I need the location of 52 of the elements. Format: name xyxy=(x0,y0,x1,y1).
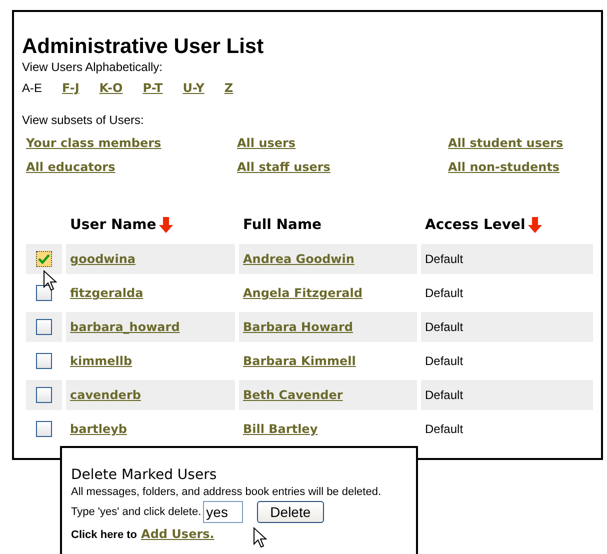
confirm-field[interactable]: yes xyxy=(203,501,244,523)
access-level-text: Default xyxy=(425,422,464,436)
section-label: View Users Alphabetically: xyxy=(22,60,164,75)
user-name-link[interactable]: barbara_howard xyxy=(70,320,180,334)
subset-link[interactable]: All staff users xyxy=(237,160,330,174)
access-level-text: Default xyxy=(425,286,464,300)
user-name-link[interactable]: cavenderb xyxy=(70,388,141,402)
letter-range-link[interactable]: F-J xyxy=(62,81,80,95)
delete-button[interactable]: Delete xyxy=(257,501,324,523)
section-label: View subsets of Users: xyxy=(22,113,145,128)
letter-range-link[interactable]: K-O xyxy=(99,81,123,95)
checkbox[interactable] xyxy=(36,319,52,335)
access-level-text: Default xyxy=(425,320,464,334)
letter-range-link[interactable]: P-T xyxy=(142,81,163,95)
cursor-icon xyxy=(43,270,57,292)
full-name-link[interactable]: Barbara Howard xyxy=(243,320,354,334)
access-level-text: Default xyxy=(425,354,464,368)
user-name-link[interactable]: fitzgeralda xyxy=(70,286,144,300)
sort-arrow-icon[interactable] xyxy=(527,216,544,234)
sort-arrow-icon[interactable] xyxy=(158,216,174,234)
column-header[interactable]: Access Level xyxy=(425,217,526,233)
warning-text: All messages, folders, and address book entries will be deleted. xyxy=(71,486,382,498)
checkbox[interactable] xyxy=(36,387,52,403)
user-name-link[interactable]: bartleyb xyxy=(70,422,128,436)
checkbox[interactable] xyxy=(36,353,52,369)
add-users-link[interactable]: Add Users. xyxy=(141,527,214,541)
full-name-link[interactable]: Andrea Goodwin xyxy=(243,252,354,266)
page-title: Administrative User List xyxy=(22,34,265,60)
column-header[interactable]: Full Name xyxy=(243,217,322,233)
full-name-link[interactable]: Beth Cavender xyxy=(243,388,343,402)
full-name-link[interactable]: Angela Fitzgerald xyxy=(243,286,362,300)
prompt-text: Type 'yes' and click delete. xyxy=(71,506,202,518)
panel-title: Delete Marked Users xyxy=(71,466,218,484)
checkbox[interactable] xyxy=(36,421,52,437)
subset-link[interactable]: Your class members xyxy=(26,136,162,150)
letter-range-link[interactable]: U-Y xyxy=(182,81,204,95)
checkbox[interactable] xyxy=(36,251,52,267)
cursor-icon xyxy=(253,527,267,549)
column-header[interactable]: User Name xyxy=(70,217,156,233)
subset-link[interactable]: All non-students xyxy=(448,160,560,174)
user-name-link[interactable]: kimmellb xyxy=(70,354,132,368)
full-name-link[interactable]: Bill Bartley xyxy=(243,422,318,436)
footer-text: Click here to xyxy=(71,529,138,541)
letter-range-label: A-E xyxy=(22,81,42,95)
subset-link[interactable]: All educators xyxy=(26,160,116,174)
user-name-link[interactable]: goodwina xyxy=(70,252,136,266)
subset-link[interactable]: All student users xyxy=(448,136,564,150)
full-name-link[interactable]: Barbara Kimmell xyxy=(243,354,356,368)
access-level-text: Default xyxy=(425,252,464,266)
subset-link[interactable]: All users xyxy=(237,136,296,150)
access-level-text: Default xyxy=(425,388,464,402)
letter-range-link[interactable]: Z xyxy=(224,81,234,95)
